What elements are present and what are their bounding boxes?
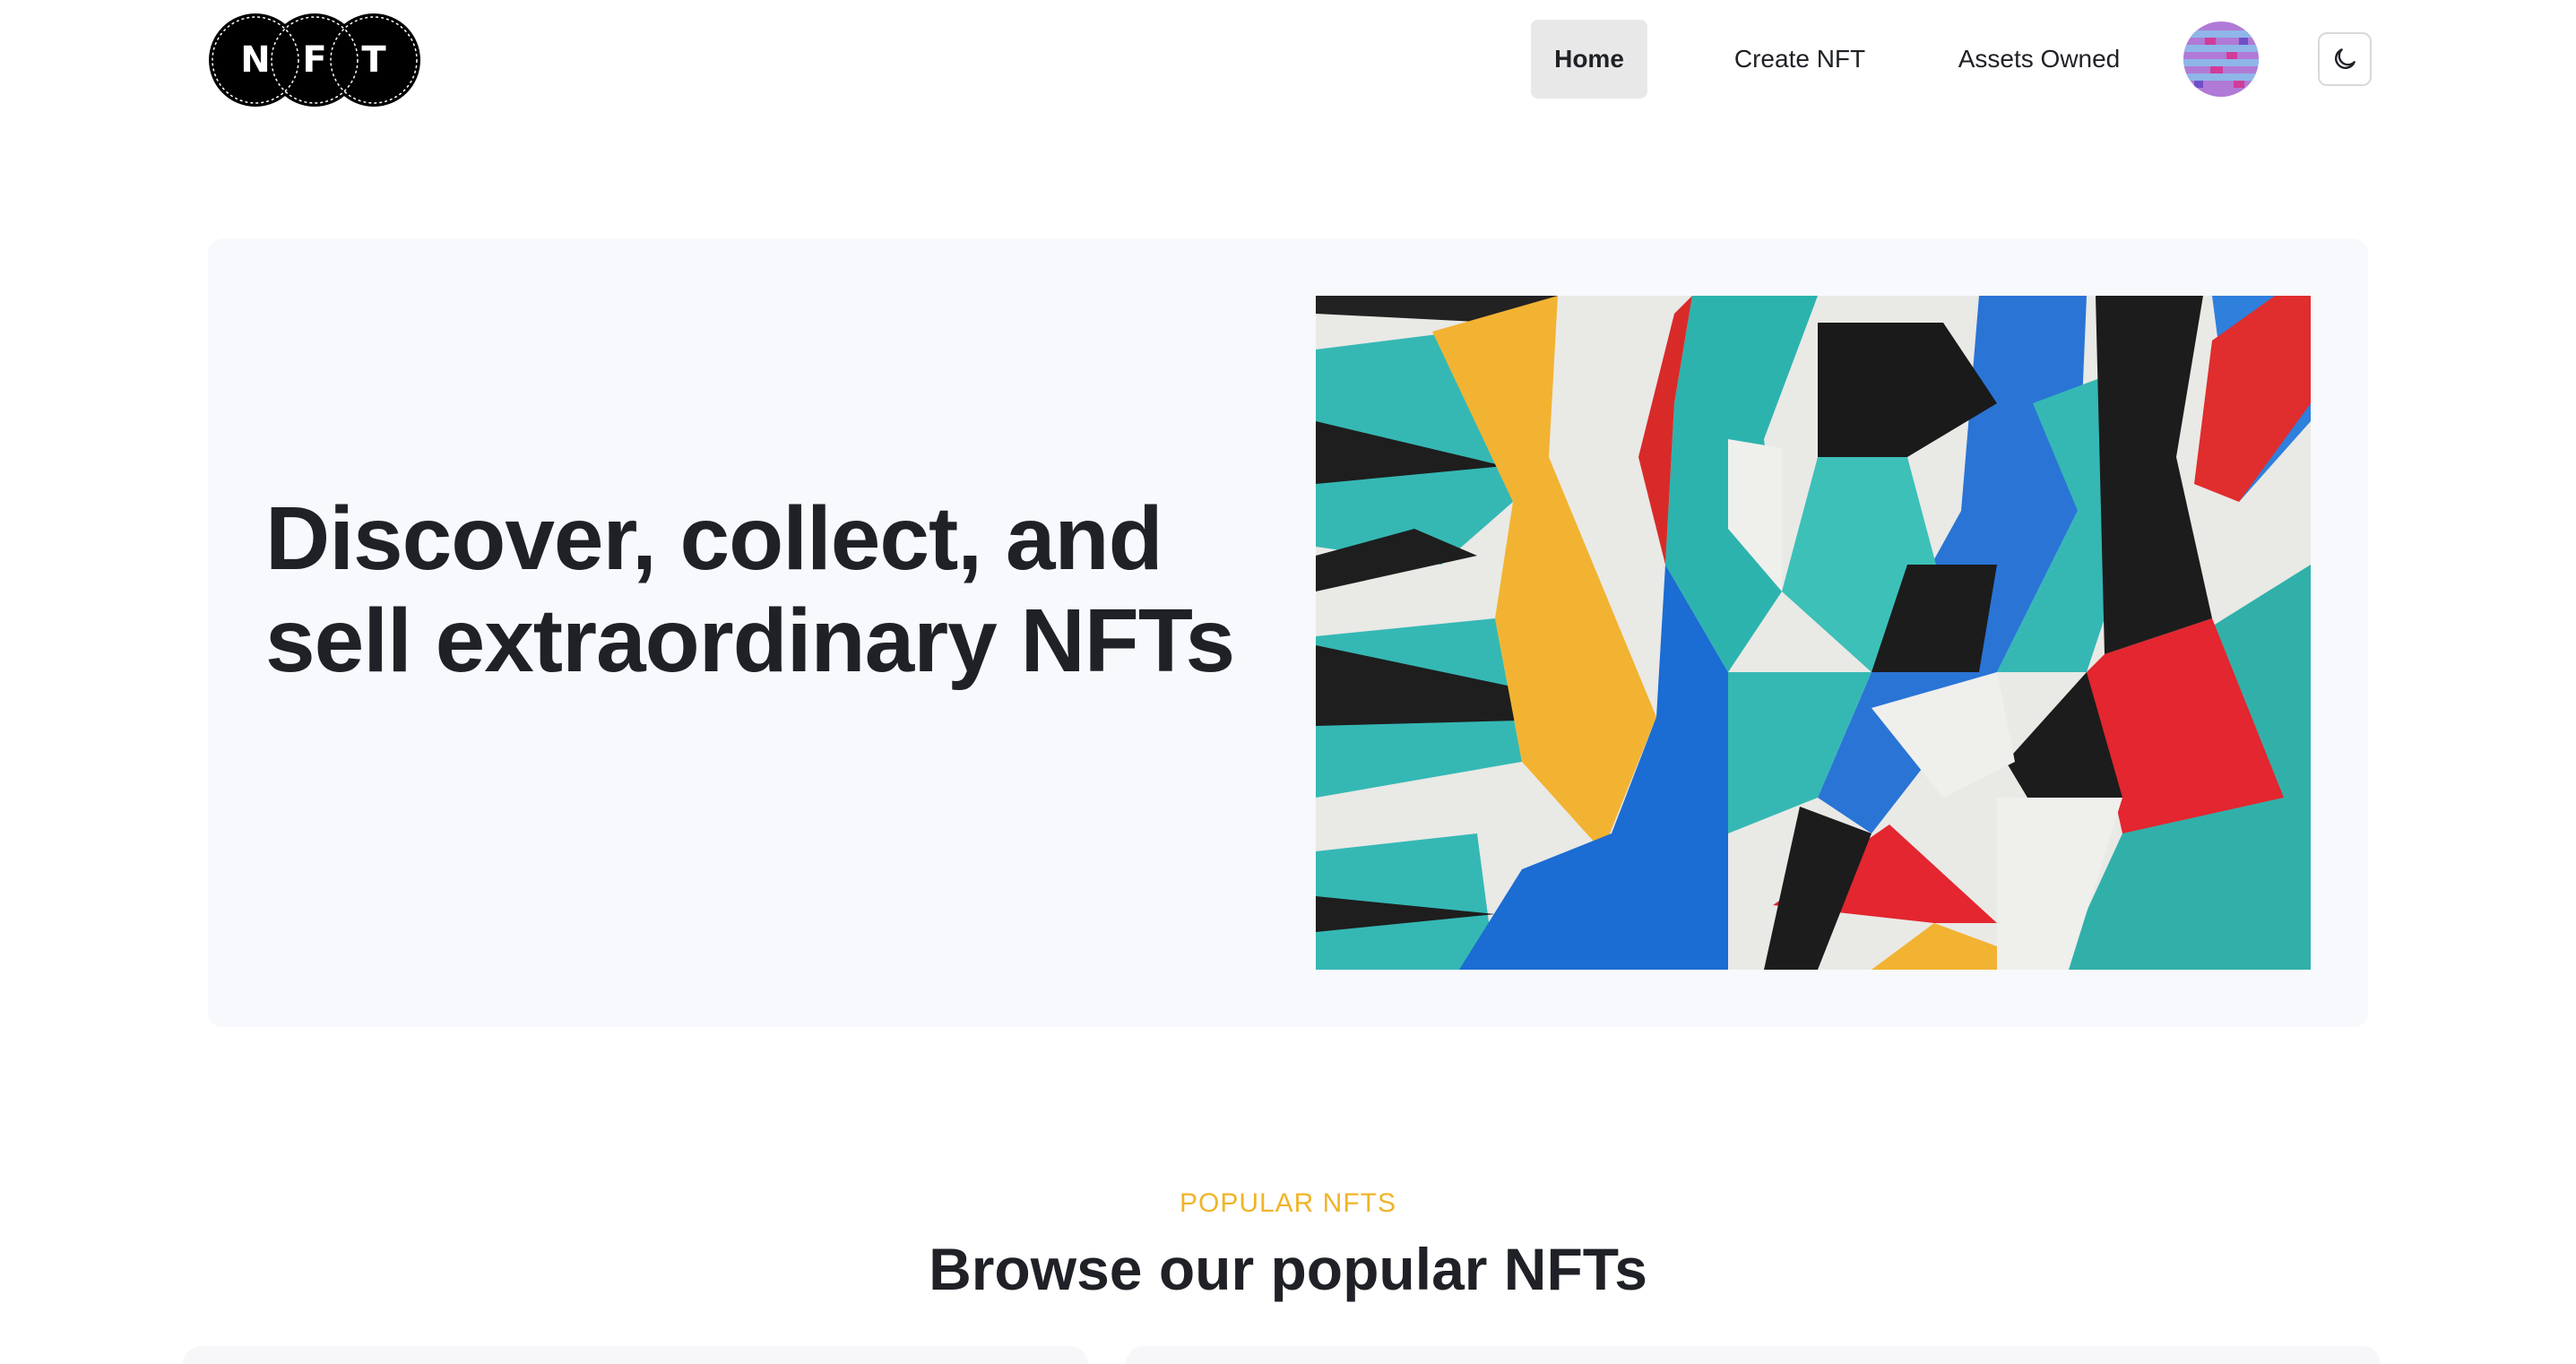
page: N F T Home Create NFT Assets Owned Disco… xyxy=(0,0,2576,1364)
avatar[interactable] xyxy=(2183,22,2259,97)
header: N F T Home Create NFT Assets Owned xyxy=(0,0,2576,118)
nav-assets-owned[interactable]: Assets Owned xyxy=(1927,20,2151,99)
theme-toggle-button[interactable] xyxy=(2318,32,2372,86)
moon-icon xyxy=(2335,48,2356,69)
nav-create-nft[interactable]: Create NFT xyxy=(1699,20,1900,99)
logo-letter-t: T xyxy=(361,39,386,81)
logo[interactable]: N F T xyxy=(208,13,421,108)
nft-card[interactable] xyxy=(1126,1346,2381,1364)
nft-card[interactable] xyxy=(183,1346,1088,1364)
section-title: Browse our popular NFTs xyxy=(929,1236,1647,1302)
hero-artwork xyxy=(1316,296,2311,970)
avatar-icon xyxy=(2183,22,2259,97)
hero-artwork-image xyxy=(1316,296,2311,970)
nav-home[interactable]: Home xyxy=(1531,20,1647,99)
hero-banner: Discover, collect, and sell extraordinar… xyxy=(208,238,2368,1027)
hero-title: Discover, collect, and sell extraordinar… xyxy=(265,488,1235,691)
section-kicker: POPULAR NFTS xyxy=(1179,1188,1397,1218)
